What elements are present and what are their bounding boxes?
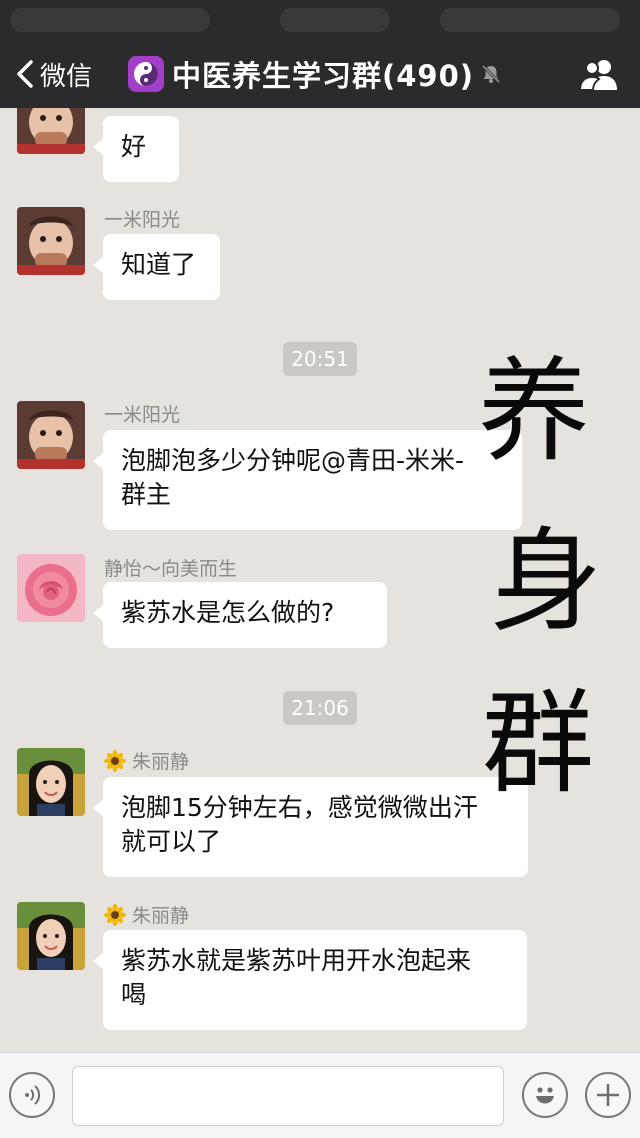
- sunflower-icon: [104, 749, 126, 772]
- group-members-icon[interactable]: [578, 56, 620, 92]
- status-bar-blur: [440, 8, 620, 32]
- avatar[interactable]: [17, 554, 85, 622]
- avatar[interactable]: [17, 748, 85, 816]
- message-text-line: 泡脚15分钟左右，感觉微微出汗: [121, 793, 478, 822]
- sender-name: 朱丽静: [132, 905, 190, 927]
- sender-name-row: 朱丽静: [104, 901, 189, 928]
- plus-icon: [597, 1084, 619, 1106]
- message-text-line: 喝: [121, 980, 147, 1009]
- avatar[interactable]: [17, 401, 85, 469]
- avatar[interactable]: [17, 902, 85, 970]
- message-text: 好: [121, 132, 147, 161]
- overlay-character: 身: [490, 517, 602, 647]
- sender-name: 一米阳光: [104, 209, 181, 231]
- voice-button[interactable]: [9, 1072, 55, 1118]
- back-button[interactable]: 微信: [14, 52, 92, 96]
- chat-screen: 微信 中医养生学习群(490) 好 一米阳光 知道了 20:51 一米阳光 泡脚…: [0, 0, 640, 1138]
- input-bar: [0, 1052, 640, 1138]
- message-text-line: 群主: [121, 480, 172, 509]
- message-bubble[interactable]: 知道了: [93, 234, 220, 300]
- sunflower-icon: [104, 903, 126, 926]
- avatar[interactable]: [17, 108, 85, 154]
- sender-name: 静怡～向美而生: [104, 558, 238, 580]
- message-list[interactable]: 好 一米阳光 知道了 20:51 一米阳光 泡脚泡多少分钟呢@青田-米米- 群主…: [0, 108, 640, 1052]
- status-bar-blur: [280, 8, 390, 32]
- sender-name: 一米阳光: [104, 404, 181, 426]
- back-label: 微信: [40, 61, 93, 92]
- message-bubble[interactable]: 泡脚泡多少分钟呢@青田-米米- 群主: [93, 430, 522, 530]
- plus-button[interactable]: [585, 1072, 631, 1118]
- chat-title: 中医养生学习群(490): [172, 59, 475, 93]
- message-bubble[interactable]: 好: [93, 116, 179, 182]
- sender-name: 朱丽静: [132, 751, 190, 773]
- emoji-button[interactable]: [522, 1072, 568, 1118]
- mute-bell-icon: [481, 64, 501, 84]
- voice-icon: [25, 1085, 41, 1105]
- message-bubble[interactable]: 紫苏水是怎么做的?: [93, 582, 387, 648]
- message-text-line: 就可以了: [121, 827, 222, 856]
- message-bubble[interactable]: 紫苏水就是紫苏叶用开水泡起来 喝: [93, 930, 527, 1030]
- message-input[interactable]: [72, 1066, 504, 1126]
- chevron-left-icon: [17, 60, 33, 88]
- sender-name-row: 朱丽静: [104, 747, 189, 774]
- message-bubble[interactable]: 泡脚15分钟左右，感觉微微出汗 就可以了: [93, 777, 528, 877]
- timestamp: 21:06: [283, 691, 357, 725]
- avatar[interactable]: [17, 207, 85, 275]
- message-text: 知道了: [121, 250, 197, 279]
- message-text: 紫苏水是怎么做的?: [121, 598, 335, 627]
- taiji-icon: [128, 56, 164, 92]
- message-text-line: 泡脚泡多少分钟呢@青田-米米-: [121, 446, 465, 475]
- timestamp: 20:51: [283, 342, 357, 376]
- status-bar: [0, 0, 640, 40]
- nav-bar: 微信 中医养生学习群(490): [0, 40, 640, 108]
- emoji-icon: [536, 1087, 554, 1104]
- chat-title-area[interactable]: 中医养生学习群(490): [128, 52, 502, 96]
- status-bar-blur: [10, 8, 210, 32]
- message-text-line: 紫苏水就是紫苏叶用开水泡起来: [121, 946, 472, 975]
